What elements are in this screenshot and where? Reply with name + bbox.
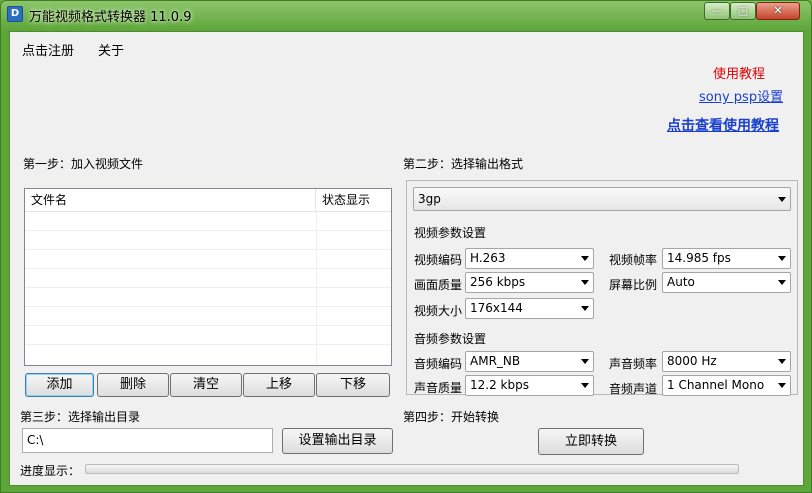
audio-channel-label: 音频声道 [609,382,658,396]
main-window: D 万能视频格式转换器 11.0.9 — □ ✕ 点击注册 关于 使用教程 so… [0,0,812,493]
chevron-down-icon [778,197,786,202]
row-divider [25,344,391,345]
menu-register[interactable]: 点击注册 [22,40,74,59]
chevron-down-icon [581,383,589,388]
aspect-ratio-select[interactable]: Auto [662,272,791,293]
step2-label: 第二步：选择输出格式 [403,157,524,171]
step1-label: 第一步：加入视频文件 [23,157,144,171]
minimize-icon: — [711,4,723,17]
sony-psp-settings-link[interactable]: sony psp设置 [699,86,783,105]
audio-codec-value: AMR_NB [470,354,521,368]
menu-about[interactable]: 关于 [98,40,124,59]
output-format-select[interactable]: 3gp [413,187,791,211]
column-divider [316,212,317,365]
audio-codec-label: 音频编码 [414,357,463,371]
video-section-label: 视频参数设置 [414,226,487,240]
close-button[interactable]: ✕ [756,2,800,20]
video-quality-label: 画面质量 [414,278,463,292]
audio-quality-label: 声音质量 [414,381,463,395]
chevron-down-icon [581,306,589,311]
video-quality-select[interactable]: 256 kbps [465,272,594,293]
progress-bar [85,464,739,474]
title-bar[interactable]: D 万能视频格式转换器 11.0.9 — □ ✕ [1,1,811,27]
close-icon: ✕ [773,4,783,17]
maximize-button[interactable]: □ [730,2,756,20]
row-divider [25,249,391,250]
clear-button[interactable]: 清空 [170,373,242,397]
chevron-down-icon [581,280,589,285]
audio-samplerate-label: 声音频率 [609,357,658,371]
output-path-input[interactable]: C:\ [22,428,273,453]
video-framerate-value: 14.985 fps [667,251,731,265]
video-codec-value: H.263 [470,251,506,265]
row-divider [25,230,391,231]
audio-samplerate-select[interactable]: 8000 Hz [662,351,791,372]
video-quality-value: 256 kbps [470,275,526,289]
column-header-filename[interactable]: 文件名 [25,189,316,212]
row-divider [25,287,391,288]
audio-codec-select[interactable]: AMR_NB [465,351,594,372]
audio-channel-value: 1 Channel Mono [667,378,765,392]
chevron-down-icon [581,359,589,364]
video-size-value: 176x144 [470,301,523,315]
step3-label: 第三步：选择输出目录 [20,410,141,424]
maximize-icon: □ [737,4,749,17]
row-divider [25,325,391,326]
aspect-ratio-label: 屏幕比例 [609,278,658,292]
view-tutorial-link[interactable]: 点击查看使用教程 [667,115,779,135]
chevron-down-icon [778,280,786,285]
move-up-button[interactable]: 上移 [243,373,315,397]
set-output-dir-button[interactable]: 设置输出目录 [282,428,393,454]
convert-now-button[interactable]: 立即转换 [538,428,644,455]
video-size-label: 视频大小 [414,304,463,318]
video-codec-select[interactable]: H.263 [465,248,594,269]
minimize-button[interactable]: — [704,2,730,20]
audio-section-label: 音频参数设置 [414,332,487,346]
video-codec-label: 视频编码 [414,253,463,267]
add-button[interactable]: 添加 [25,373,94,397]
chevron-down-icon [581,256,589,261]
output-settings-panel: 3gp 视频参数设置 视频编码 H.263 视频帧率 14.985 fps 画面… [406,180,798,396]
app-icon: D [7,6,23,22]
output-format-value: 3gp [418,192,441,206]
window-title: 万能视频格式转换器 11.0.9 [29,10,192,25]
video-size-select[interactable]: 176x144 [465,298,594,319]
row-divider [25,268,391,269]
step4-label: 第四步：开始转换 [403,410,500,424]
audio-channel-select[interactable]: 1 Channel Mono [662,375,791,396]
delete-button[interactable]: 删除 [97,373,169,397]
file-list[interactable]: 文件名 状态显示 [24,188,392,366]
video-framerate-select[interactable]: 14.985 fps [662,248,791,269]
video-framerate-label: 视频帧率 [609,253,658,267]
move-down-button[interactable]: 下移 [316,373,390,397]
client-area: 点击注册 关于 使用教程 sony psp设置 点击查看使用教程 第一步：加入视… [9,31,804,486]
audio-quality-select[interactable]: 12.2 kbps [465,375,594,396]
column-header-status[interactable]: 状态显示 [316,189,391,212]
aspect-ratio-value: Auto [667,275,695,289]
progress-label: 进度显示： [20,464,81,478]
row-divider [25,306,391,307]
chevron-down-icon [778,359,786,364]
chevron-down-icon [778,383,786,388]
audio-quality-value: 12.2 kbps [470,378,529,392]
tutorial-link[interactable]: 使用教程 [713,63,765,82]
audio-samplerate-value: 8000 Hz [667,354,717,368]
chevron-down-icon [778,256,786,261]
